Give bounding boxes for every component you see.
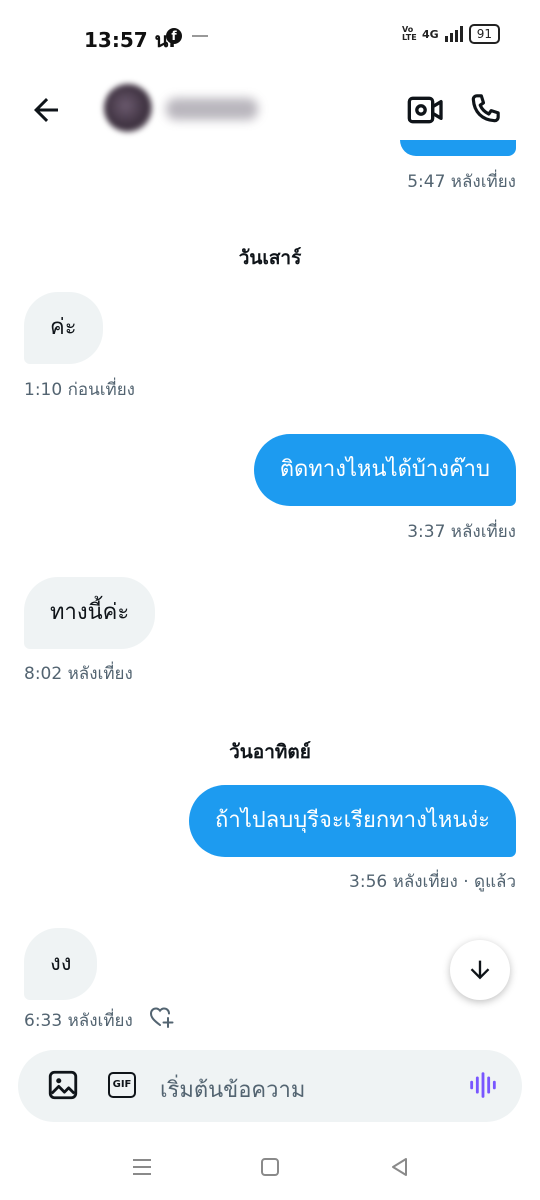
arrow-left-icon[interactable] <box>28 92 64 128</box>
message-timestamp: 5:47 หลังเที่ยง <box>407 172 516 192</box>
message-timestamp: 3:56 หลังเที่ยง · ดูแล้ว <box>349 872 516 892</box>
message-bubble-outgoing[interactable]: ติดทางไหนได้บ้างค๊าบ <box>253 434 516 506</box>
facebook-notification-icon: f <box>166 28 182 44</box>
back-triangle-icon[interactable] <box>388 1155 412 1179</box>
message-input[interactable]: เริ่มต้นข้อความ <box>160 1072 305 1107</box>
voice-message-icon[interactable] <box>466 1068 500 1102</box>
message-timestamp: 1:10 ก่อนเที่ยง <box>24 380 135 400</box>
message-timestamp: 6:33 หลังเที่ยง <box>24 1011 133 1031</box>
status-icons: Vo LTE 4G 91 <box>402 24 500 44</box>
menu-icon[interactable] <box>130 1155 154 1179</box>
avatar[interactable] <box>104 84 152 132</box>
home-square-icon[interactable] <box>258 1155 282 1179</box>
scroll-to-bottom-button[interactable] <box>450 940 510 1000</box>
gif-button[interactable]: GIF <box>108 1072 136 1098</box>
day-divider: วันอาทิตย์ <box>229 741 311 763</box>
image-icon[interactable] <box>46 1068 80 1102</box>
contact-name-blurred[interactable] <box>166 98 258 120</box>
volte-label: Vo LTE <box>402 25 417 42</box>
message-bubble-incoming[interactable]: ทางนี้ค่ะ <box>24 577 156 649</box>
status-time: 13:57 น. <box>84 28 176 52</box>
message-timestamp: 3:37 หลังเที่ยง <box>407 522 516 542</box>
phone-icon[interactable] <box>466 90 506 130</box>
signal-icon <box>444 26 463 42</box>
video-camera-icon[interactable] <box>406 90 446 130</box>
message-bubble-incoming[interactable]: ค่ะ <box>24 292 103 364</box>
notification-dots <box>192 35 208 37</box>
message-timestamp: 8:02 หลังเที่ยง <box>24 664 133 684</box>
react-heart-plus-icon[interactable] <box>148 1004 176 1030</box>
message-bubble-outgoing-partial[interactable] <box>400 140 516 156</box>
message-bubble-incoming[interactable]: งง <box>24 928 98 1000</box>
day-divider: วันเสาร์ <box>238 247 302 269</box>
battery-indicator: 91 <box>468 24 500 44</box>
network-label: 4G <box>422 27 439 41</box>
arrow-down-icon <box>470 960 490 980</box>
message-bubble-outgoing[interactable]: ถ้าไปลบบุรีจะเรียกทางไหนง่ะ <box>189 785 516 857</box>
